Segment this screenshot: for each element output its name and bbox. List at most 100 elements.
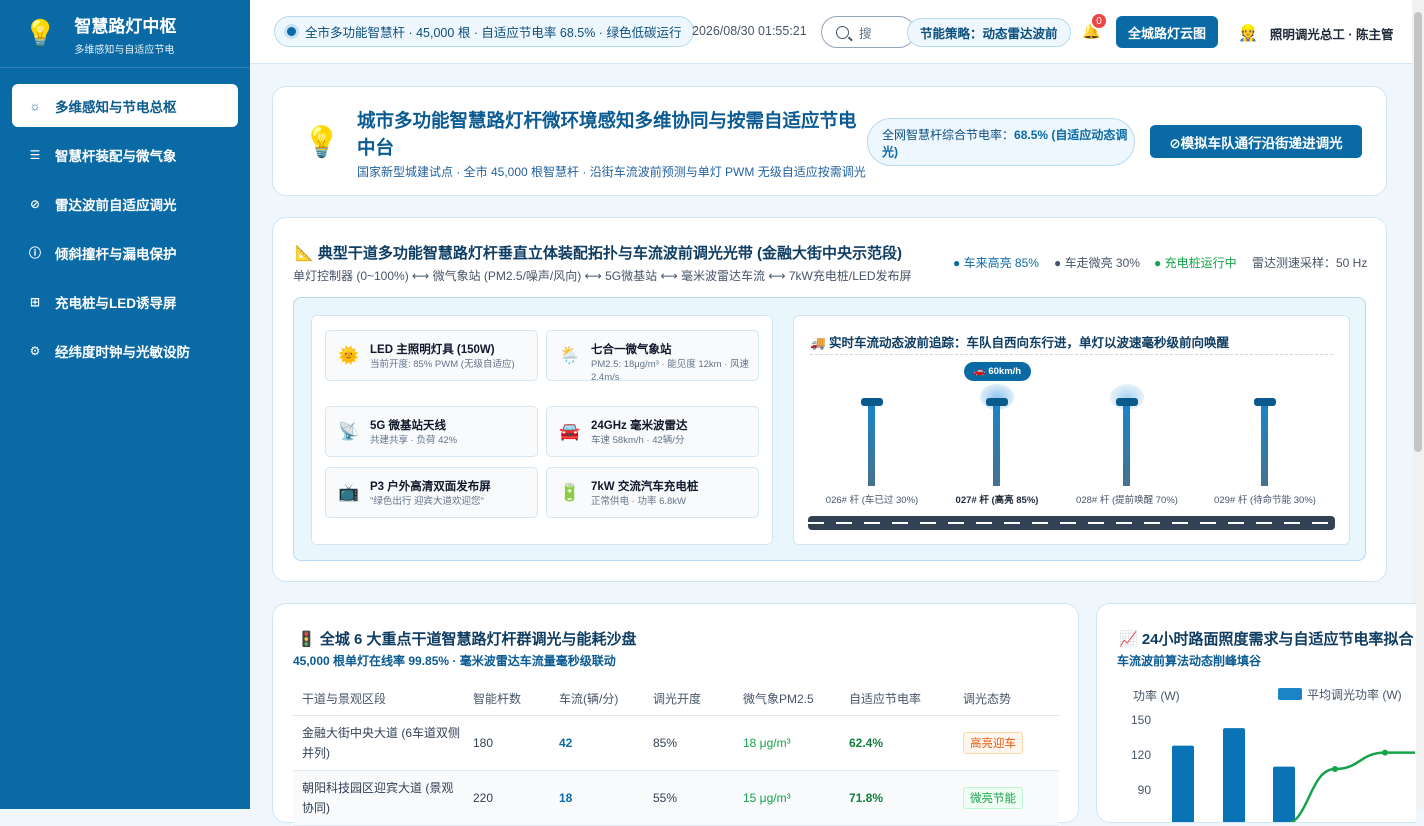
cell-status: 微亮节能 <box>963 770 1059 826</box>
column-header: 自适应节电率 <box>849 682 963 716</box>
topology-card: 📐 典型干道多功能智慧路灯杆垂直立体装配拓扑与车流波前调光光带 (金融大街中央示… <box>272 217 1387 582</box>
topology-title-text: 典型干道多功能智慧路灯杆垂直立体装配拓扑与车流波前调光光带 (金融大街中央示范段… <box>317 245 903 262</box>
sidebar-item-assembly[interactable]: ☰ 智慧杆装配与微气象 <box>12 133 238 176</box>
cell-road: 朝阳科技园区迎宾大道 (景观协同) <box>293 770 473 826</box>
cell-pm25: 15 μg/m³ <box>743 770 849 826</box>
sidebar-item-radar[interactable]: ⊘ 雷达波前自适应调光 <box>12 182 238 225</box>
column-header: 智能杆数 <box>473 682 559 716</box>
power-bar[interactable] <box>1273 766 1295 823</box>
cell-poles: 180 <box>473 715 559 771</box>
module-title: 24GHz 毫米波雷达 <box>591 420 688 432</box>
module-title: LED 主照明灯具 (150W) <box>370 344 495 356</box>
topology-subtitle: 单灯控制器 (0~100%) ⟷ 微气象站 (PM2.5/噪声/风向) ⟷ 5G… <box>293 269 912 283</box>
sidebar-item-label: 雷达波前自适应调光 <box>55 197 177 213</box>
search-input[interactable]: 搜 <box>821 16 915 48</box>
legend-low: ● 车走微亮 30% <box>1054 256 1140 270</box>
sidebar-item-label: 充电桩与LED诱导屏 <box>55 295 177 311</box>
hero-card: 💡 城市多功能智慧路灯杆微环境感知多维协同与按需自适应节电中台 国家新型城建试点… <box>272 86 1387 196</box>
module-5g[interactable]: 📡 5G 微基站天线 共建共享 · 负荷 42% <box>325 406 538 457</box>
module-led[interactable]: 🌞 LED 主照明灯具 (150W) 当前开度: 85% PWM (无级自适应) <box>325 330 538 381</box>
search-placeholder: 搜 <box>859 26 872 41</box>
sun-icon: ☼ <box>29 98 41 113</box>
compass-icon: ⊘ <box>29 196 41 211</box>
ruler-icon: 📐 <box>295 245 318 262</box>
strategy-badge[interactable]: 节能策略：动态雷达波前 <box>907 18 1071 47</box>
simulate-fleet-button[interactable]: ⊘模拟车队通行沿街递进调光 <box>1150 125 1362 158</box>
city-cloud-button[interactable]: 全城路灯云图 <box>1116 16 1218 48</box>
notification-badge: 0 <box>1090 12 1108 30</box>
status-text: 全市多功能智慧杆 · 45,000 根 · 自适应节电率 68.5% · 绿色低… <box>305 26 682 40</box>
table-row[interactable]: 金融大街中央大道 (6车道双侧并列) 180 42 85% 18 μg/m³ 6… <box>293 715 1059 771</box>
power-bar[interactable] <box>1172 745 1194 823</box>
cell-saving: 62.4% <box>849 715 963 771</box>
cell-poles: 220 <box>473 770 559 826</box>
column-header: 调光态势 <box>963 682 1059 716</box>
districts-title: 🚦 全城 6 大重点干道智慧路灯杆群调光与能耗沙盘 <box>297 631 637 648</box>
traffic-wave-panel: 🚚 实时车流动态波前追踪：车队自西向东行进，单灯以波速毫秒级前向唤醒 🚗 60k… <box>793 315 1350 545</box>
module-desc: 车速 58km/h · 42辆/分 <box>591 435 685 446</box>
module-radar[interactable]: 🚘 24GHz 毫米波雷达 车速 58km/h · 42辆/分 <box>546 406 759 457</box>
pole-body <box>993 406 1000 486</box>
cell-road: 金融大街中央大道 (6车道双侧并列) <box>293 715 473 771</box>
sidebar-item-charging[interactable]: ⊞ 充电桩与LED诱导屏 <box>12 280 238 323</box>
sidebar: 💡 智慧路灯中枢 多维感知与自适应节电 ☼ 多维感知与节电总枢 ☰ 智慧杆装配与微气… <box>0 0 250 809</box>
legend-swatch <box>1278 688 1302 700</box>
pole-label: 027# 杆 (高亮 85%) <box>955 495 1039 506</box>
sidebar-item-label: 智慧杆装配与微气象 <box>55 148 177 164</box>
alert-icon: ⓘ <box>28 246 41 260</box>
power-chart: 功率 (W) 平均调光功率 (W) 150 120 90 <box>1131 687 1415 823</box>
chart-subtitle: 车流波前算法动态削峰填谷 <box>1117 654 1262 668</box>
cell-dimming: 55% <box>653 770 743 826</box>
module-screen[interactable]: 📺 P3 户外高清双面发布屏 "绿色出行 迎宾大道欢迎您" <box>325 467 538 518</box>
legend-high: ● 车来高亮 85% <box>953 256 1039 270</box>
lamp-head <box>1254 398 1276 406</box>
topology-panel: 🌞 LED 主照明灯具 (150W) 当前开度: 85% PWM (无级自适应) 🌦… <box>293 297 1366 561</box>
bulb-icon: 💡 <box>24 18 57 48</box>
page-title: 城市多功能智慧路灯杆微环境感知多维协同与按需自适应节电中台 <box>357 110 857 158</box>
module-charger[interactable]: 🔋 7kW 交流汽车充电桩 正常供电 · 功率 6.8kW <box>546 467 759 518</box>
saving-rate-label: 全网智慧杆综合节电率： <box>882 128 1015 142</box>
module-weather[interactable]: 🌦️ 七合一微气象站 PM2.5: 18μg/m³ · 能见度 12km · 风速 … <box>546 330 759 383</box>
sidebar-item-overview[interactable]: ☼ 多维感知与节电总枢 <box>12 84 238 127</box>
antenna-icon: 📡 <box>338 422 360 441</box>
status-dot-icon <box>287 27 296 36</box>
module-grid: 🌞 LED 主照明灯具 (150W) 当前开度: 85% PWM (无级自适应) 🌦… <box>311 315 773 545</box>
sidebar-item-protection[interactable]: ⓘ 倾斜撞杆与漏电保护 <box>12 231 238 274</box>
sun-icon: 🌞 <box>338 346 360 365</box>
sidebar-item-label: 倾斜撞杆与漏电保护 <box>55 246 177 262</box>
districts-table: 干道与景观区段 智能杆数 车流(辆/分) 调光开度 微气象PM2.5 自适应节电… <box>293 682 1059 826</box>
saving-rate-point[interactable] <box>1332 766 1338 772</box>
module-desc: "绿色出行 迎宾大道欢迎您" <box>370 496 484 507</box>
brand-subtitle: 多维感知与自适应节电 <box>74 44 175 56</box>
user-menu[interactable]: 👷 照明调光总工 · 陈主管 <box>1238 23 1394 43</box>
scrollbar-thumb[interactable] <box>1414 12 1422 452</box>
avatar-icon: 👷 <box>1238 25 1258 42</box>
car-icon: 🚘 <box>559 422 581 441</box>
traffic-wave-title: 🚚 实时车流动态波前追踪：车队自西向东行进，单灯以波速毫秒级前向唤醒 <box>810 336 1230 350</box>
pole-label: 028# 杆 (提前唤醒 70%) <box>1076 495 1178 506</box>
sidebar-item-clock[interactable]: ⚙ 经纬度时钟与光敏设防 <box>12 329 238 372</box>
column-header: 调光开度 <box>653 682 743 716</box>
cell-flow: 42 <box>559 715 653 771</box>
y-tick-label: 150 <box>1131 713 1151 727</box>
sidebar-item-label: 经纬度时钟与光敏设防 <box>55 344 190 360</box>
legend-radar: 雷达测速采样：50 Hz <box>1252 256 1368 270</box>
pole-body <box>1261 406 1268 486</box>
table-row[interactable]: 朝阳科技园区迎宾大道 (景观协同) 220 18 55% 15 μg/m³ 71… <box>293 770 1059 826</box>
sidebar-item-label: 多维感知与节电总枢 <box>55 99 177 115</box>
chart-card: 📈 24小时路面照度需求与自适应节电率拟合 车流波前算法动态削峰填谷 功率 (W… <box>1096 603 1416 823</box>
y-tick-label: 120 <box>1131 748 1151 762</box>
saving-rate-point[interactable] <box>1382 749 1388 756</box>
search-icon <box>836 25 849 39</box>
lamp-head <box>986 398 1008 406</box>
module-title: 5G 微基站天线 <box>370 420 447 432</box>
brand-title: 智慧路灯中枢 <box>74 16 177 36</box>
module-title: 7kW 交流汽车充电桩 <box>591 481 699 493</box>
cell-dimming: 85% <box>653 715 743 771</box>
lamp-head <box>861 398 883 406</box>
saving-rate-point[interactable] <box>1280 822 1286 823</box>
datetime: 2026/08/30 01:55:21 <box>692 24 807 38</box>
chart-title: 📈 24小时路面照度需求与自适应节电率拟合 <box>1119 631 1414 648</box>
status-pill: 全市多功能智慧杆 · 45,000 根 · 自适应节电率 68.5% · 绿色低… <box>274 16 695 47</box>
lamp-head <box>1116 398 1138 406</box>
